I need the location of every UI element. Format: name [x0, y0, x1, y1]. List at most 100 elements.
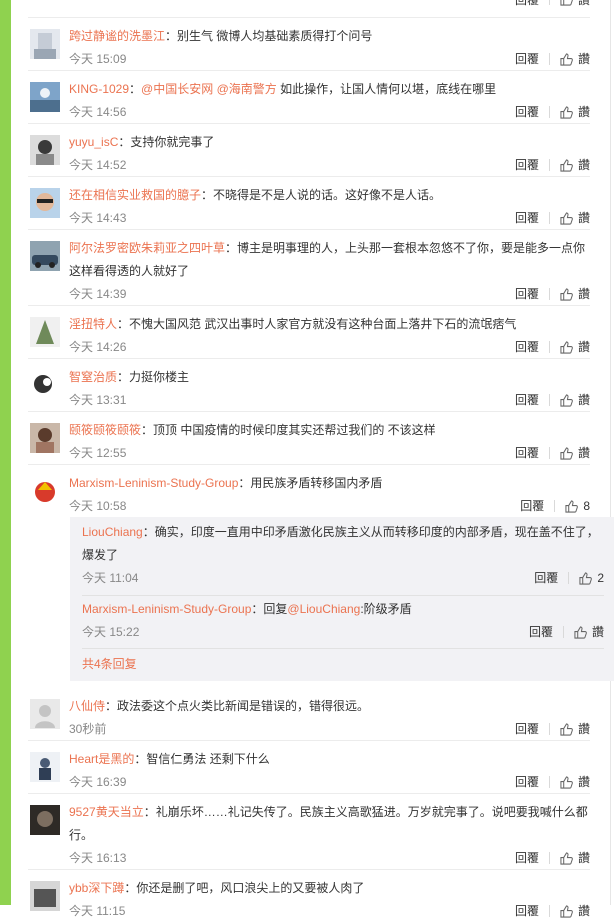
- like-button[interactable]: 8: [565, 495, 590, 517]
- like-label: 讚: [577, 446, 590, 460]
- action-divider: [548, 394, 550, 406]
- reply-button[interactable]: 回覆: [534, 567, 558, 589]
- reply-button[interactable]: 回覆: [515, 389, 539, 411]
- like-button[interactable]: 讚: [560, 154, 590, 176]
- like-button[interactable]: 讚: [560, 336, 590, 358]
- comment-username[interactable]: Marxism-Leninism-Study-Group: [82, 602, 251, 616]
- like-label: 讚: [577, 52, 590, 66]
- action-divider: [568, 572, 570, 584]
- avatar[interactable]: [30, 476, 60, 506]
- action-divider: [548, 852, 550, 864]
- comment-divider: [28, 793, 590, 794]
- view-all-replies-link[interactable]: 共4条回复: [82, 653, 137, 675]
- like-label: 讚: [591, 625, 604, 639]
- avatar[interactable]: [30, 29, 60, 59]
- reply-button[interactable]: 回覆: [515, 718, 539, 740]
- like-button[interactable]: 讚: [574, 621, 604, 643]
- avatar[interactable]: [30, 135, 60, 165]
- action-divider: [548, 341, 550, 353]
- avatar[interactable]: [30, 82, 60, 112]
- comment-username[interactable]: 阿尔法罗密欧朱莉亚之四叶草: [69, 241, 225, 255]
- reply-button[interactable]: 回覆: [515, 48, 539, 70]
- comment-username[interactable]: 智窒治质: [69, 370, 117, 384]
- like-button[interactable]: 讚: [560, 101, 590, 123]
- mention-link[interactable]: @LiouChiang: [287, 602, 360, 616]
- comment-time: 今天 14:43: [69, 211, 127, 225]
- comment-username[interactable]: yuyu_isC: [69, 135, 118, 149]
- comment-username[interactable]: ybb深下蹲: [69, 881, 124, 895]
- thumbs-up-icon: [560, 287, 573, 301]
- like-button[interactable]: 讚: [560, 900, 590, 922]
- like-button[interactable]: 讚: [560, 207, 590, 229]
- comment-time: 今天 11:04: [82, 571, 139, 585]
- thumbs-up-icon: [560, 904, 573, 918]
- reply-button[interactable]: 回覆: [515, 283, 539, 305]
- thumbs-up-icon: [560, 211, 573, 225]
- comment-username[interactable]: LiouChiang: [82, 525, 143, 539]
- comment-text: :阶级矛盾: [360, 602, 412, 616]
- reply-button[interactable]: 回覆: [515, 101, 539, 123]
- thumbs-up-icon: [579, 571, 593, 585]
- comment-text-prefix: ：: [129, 82, 142, 96]
- reply-button[interactable]: 回覆: [515, 900, 539, 922]
- like-label: 讚: [577, 393, 590, 407]
- comment-username[interactable]: Marxism-Leninism-Study-Group: [69, 476, 238, 490]
- comment-time: 今天 14:52: [69, 158, 127, 172]
- like-button[interactable]: 讚: [560, 771, 590, 793]
- like-button[interactable]: 讚: [560, 48, 590, 70]
- comment-text: ：支持你就完事了: [118, 135, 215, 149]
- comment-username[interactable]: KING-1029: [69, 82, 129, 96]
- like-button[interactable]: 讚: [560, 283, 590, 305]
- like-button[interactable]: 讚: [560, 847, 590, 869]
- reply-button[interactable]: 回覆: [515, 336, 539, 358]
- comment-username[interactable]: 颐筱颐筱颐筱: [69, 423, 141, 437]
- avatar[interactable]: [30, 699, 60, 729]
- comment-username[interactable]: Heart是黑的: [69, 752, 134, 766]
- comment-divider: [28, 740, 590, 741]
- page-left-accent-bar: [0, 0, 11, 905]
- avatar[interactable]: [30, 423, 60, 453]
- reply-button[interactable]: 回覆: [515, 154, 539, 176]
- thumbs-up-icon: [560, 52, 573, 66]
- avatar[interactable]: [30, 881, 60, 911]
- action-divider: [548, 106, 550, 118]
- reply-button[interactable]: 回覆: [515, 771, 539, 793]
- reply-button[interactable]: 回覆: [515, 207, 539, 229]
- like-button[interactable]: 讚: [560, 442, 590, 464]
- comment-username[interactable]: 9527黄天当立: [69, 805, 144, 819]
- thumbs-up-icon: [560, 446, 573, 460]
- like-label: 讚: [577, 851, 590, 865]
- avatar[interactable]: [30, 370, 60, 400]
- comment-divider: [28, 358, 590, 359]
- mention-link[interactable]: @中国长安网: [141, 82, 213, 96]
- mention-link[interactable]: @海南警方: [217, 82, 277, 96]
- avatar[interactable]: [30, 805, 60, 835]
- thumbs-up-icon: [560, 775, 573, 789]
- like-button[interactable]: 讚: [560, 389, 590, 411]
- reply-button[interactable]: 回覆: [520, 495, 544, 517]
- reply-button[interactable]: 回覆: [515, 847, 539, 869]
- comment-username[interactable]: 跨过静谧的洗墨江: [69, 29, 165, 43]
- comment-username[interactable]: 淫扭特人: [69, 317, 117, 331]
- comment-username[interactable]: 八仙侍: [69, 699, 105, 713]
- comment-username[interactable]: 还在相信实业救国的臆子: [69, 188, 201, 202]
- like-label: 讚: [577, 722, 590, 736]
- comment-text-prefix: ：回复: [251, 602, 288, 616]
- like-button[interactable]: 讚: [560, 0, 590, 8]
- avatar[interactable]: [30, 241, 60, 271]
- comment-time: 今天 10:58: [69, 499, 127, 513]
- like-label: 讚: [577, 904, 590, 918]
- comment-divider: [28, 123, 590, 124]
- avatar[interactable]: [30, 752, 60, 782]
- avatar[interactable]: [30, 317, 60, 347]
- like-button[interactable]: 2: [579, 567, 604, 589]
- page-right-border: [610, 0, 611, 905]
- action-divider: [548, 288, 550, 300]
- comment-divider: [28, 70, 590, 71]
- reply-button[interactable]: 回覆: [529, 621, 553, 643]
- thumbs-up-icon: [560, 340, 573, 354]
- reply-button[interactable]: 回覆: [515, 442, 539, 464]
- like-button[interactable]: 讚: [560, 718, 590, 740]
- avatar[interactable]: [30, 188, 60, 218]
- reply-button[interactable]: 回覆: [515, 0, 539, 8]
